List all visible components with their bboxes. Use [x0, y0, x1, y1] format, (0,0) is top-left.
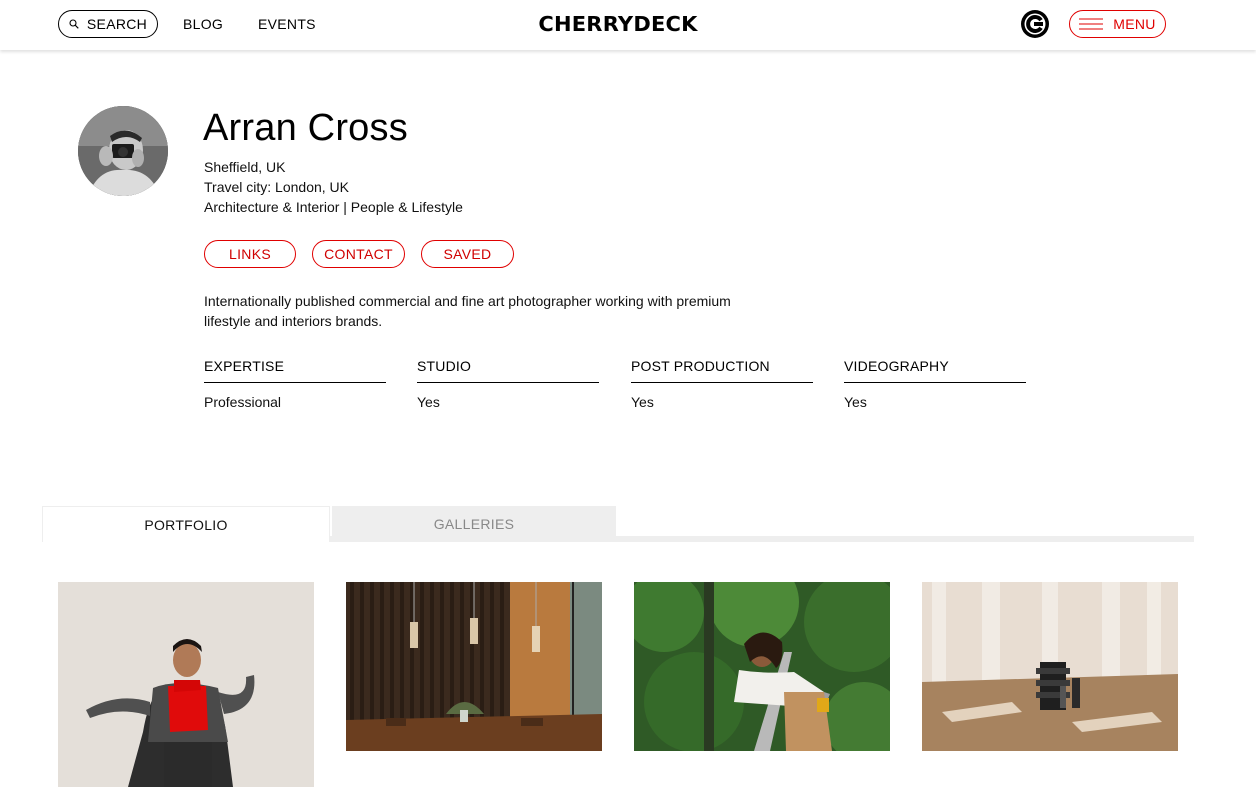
profile-name: Arran Cross [203, 107, 408, 149]
profile-travel-city: Travel city: London, UK [204, 179, 349, 195]
links-button[interactable]: LINKS [204, 240, 296, 268]
spec-value: Yes [844, 394, 867, 410]
site-logo[interactable]: CHERRYDECK [512, 12, 724, 36]
tab-portfolio[interactable]: PORTFOLIO [42, 506, 330, 542]
photo-man-red-sweater [58, 582, 314, 787]
photo-sculpture-room [922, 582, 1178, 751]
spec-expertise: EXPERTISE Professional [204, 358, 386, 410]
profile-bio: Internationally published commercial and… [204, 293, 731, 329]
profile-specialties: Architecture & Interior | People & Lifes… [204, 199, 463, 215]
spec-value: Professional [204, 394, 282, 410]
profile-location: Sheffield, UK [204, 159, 286, 175]
search-label: SEARCH [86, 16, 148, 32]
contact-button[interactable]: CONTACT [312, 240, 405, 268]
spec-post-production: POST PRODUCTION Yes [631, 358, 813, 410]
photo-woman-garden [634, 582, 890, 751]
cherrydeck-c-icon[interactable] [1020, 9, 1050, 39]
photo-dining-interior [346, 582, 602, 751]
spec-videography: VIDEOGRAPHY Yes [844, 358, 1026, 410]
spec-label: VIDEOGRAPHY [844, 358, 1026, 383]
portfolio-tabs: PORTFOLIO GALLERIES [42, 506, 1194, 542]
menu-button[interactable]: MENU [1069, 10, 1166, 38]
hamburger-icon [1079, 18, 1104, 30]
spec-label: STUDIO [417, 358, 599, 383]
portfolio-image[interactable] [58, 582, 314, 787]
avatar-photo [78, 106, 168, 196]
tab-galleries[interactable]: GALLERIES [332, 506, 616, 542]
search-icon [69, 19, 79, 29]
portfolio-image[interactable] [922, 582, 1178, 751]
menu-label: MENU [1113, 16, 1156, 32]
search-button[interactable]: SEARCH [58, 10, 158, 38]
spec-value: Yes [631, 394, 654, 410]
nav-events-link[interactable]: EVENTS [258, 16, 316, 32]
spec-label: EXPERTISE [204, 358, 386, 383]
spec-studio: STUDIO Yes [417, 358, 599, 410]
saved-button[interactable]: SAVED [421, 240, 514, 268]
spec-label: POST PRODUCTION [631, 358, 813, 383]
spec-value: Yes [417, 394, 440, 410]
nav-blog-link[interactable]: BLOG [183, 16, 223, 32]
site-header: SEARCH BLOG EVENTS CHERRYDECK MENU [0, 0, 1256, 50]
portfolio-image[interactable] [634, 582, 890, 751]
portfolio-image[interactable] [346, 582, 602, 751]
profile-avatar [78, 106, 168, 196]
